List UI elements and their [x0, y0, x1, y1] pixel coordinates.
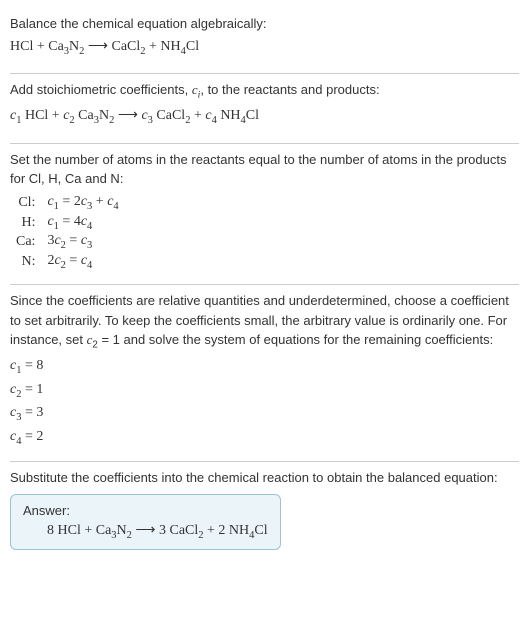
text-part: , to the reactants and products:: [200, 82, 379, 97]
section-stoichiometric: Add stoichiometric coefficients, ci, to …: [10, 73, 519, 143]
eq-part: + NH: [146, 39, 181, 54]
eq-part: 8 HCl + Ca: [47, 523, 111, 538]
balance-table: Cl:c1 = 2c3 + c4H:c1 = 4c4Ca:3c2 = c3N:2…: [12, 193, 123, 272]
stoich-text: Add stoichiometric coefficients, ci, to …: [10, 80, 519, 103]
table-row: Cl:c1 = 2c3 + c4: [12, 193, 123, 213]
answer-label: Answer:: [23, 503, 268, 518]
arrow-icon: ⟶: [132, 523, 159, 538]
balance-equation: c1 = 4c4: [43, 213, 122, 233]
eq-part: + 2 NH: [204, 523, 250, 538]
arrow-icon: ⟶: [114, 108, 141, 123]
eq-part: HCl + Ca: [10, 39, 64, 54]
eq-part: N: [99, 108, 109, 123]
element-label: N:: [12, 252, 43, 272]
eq-part: +: [190, 108, 205, 123]
element-label: Ca:: [12, 232, 43, 252]
table-row: N:2c2 = c4: [12, 252, 123, 272]
eq-part: HCl +: [21, 108, 63, 123]
eq-part: CaCl: [112, 39, 141, 54]
eq-part: Cl: [246, 108, 259, 123]
section-answer: Substitute the coefficients into the che…: [10, 461, 519, 561]
eq-part: Cl: [254, 523, 267, 538]
table-row: H:c1 = 4c4: [12, 213, 123, 233]
balance-equation: 2c2 = c4: [43, 252, 122, 272]
balance-equation: c1 = 2c3 + c4: [43, 193, 122, 213]
stoich-equation: c1 HCl + c2 Ca3N2 ⟶ c3 CaCl2 + c4 NH4Cl: [10, 105, 519, 129]
section-solve: Since the coefficients are relative quan…: [10, 284, 519, 461]
unbalanced-equation: HCl + Ca3N2 ⟶ CaCl2 + NH4Cl: [10, 36, 519, 60]
element-label: Cl:: [12, 193, 43, 213]
answer-box: Answer: 8 HCl + Ca3N2 ⟶ 3 CaCl2 + 2 NH4C…: [10, 494, 281, 550]
eq-part: CaCl: [153, 108, 185, 123]
eq-part: Cl: [186, 39, 199, 54]
problem-text: Balance the chemical equation algebraica…: [10, 14, 519, 34]
coefficient-list: c1 = 8c2 = 1c3 = 3c4 = 2: [10, 355, 519, 449]
section-problem: Balance the chemical equation algebraica…: [10, 8, 519, 73]
element-label: H:: [12, 213, 43, 233]
coefficient-value: c2 = 1: [10, 379, 519, 403]
eq-part: N: [69, 39, 79, 54]
coefficient-value: c4 = 2: [10, 426, 519, 450]
eq-part: 3 CaCl: [159, 523, 198, 538]
section-atom-balance: Set the number of atoms in the reactants…: [10, 143, 519, 284]
eq-part: NH: [217, 108, 241, 123]
solve-text: Since the coefficients are relative quan…: [10, 291, 519, 353]
balance-text: Set the number of atoms in the reactants…: [10, 150, 519, 189]
balance-equation: 3c2 = c3: [43, 232, 122, 252]
eq-part: N: [117, 523, 127, 538]
text-part: = 1 and solve the system of equations fo…: [98, 332, 493, 347]
table-row: Ca:3c2 = c3: [12, 232, 123, 252]
answer-intro: Substitute the coefficients into the che…: [10, 468, 519, 488]
arrow-icon: ⟶: [84, 39, 111, 54]
coefficient-value: c3 = 3: [10, 402, 519, 426]
balanced-equation: 8 HCl + Ca3N2 ⟶ 3 CaCl2 + 2 NH4Cl: [23, 522, 268, 541]
coefficient-value: c1 = 8: [10, 355, 519, 379]
text-part: Add stoichiometric coefficients,: [10, 82, 192, 97]
eq-part: Ca: [75, 108, 94, 123]
